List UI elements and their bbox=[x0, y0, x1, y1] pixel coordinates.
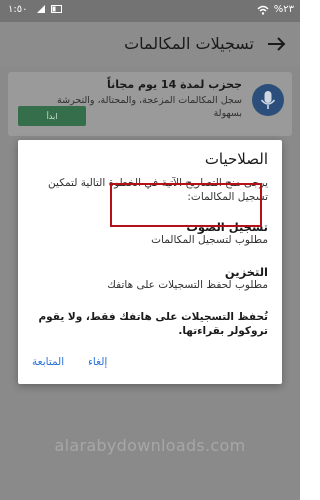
permission-audio-description: مطلوب لتسجيل المكالمات bbox=[151, 234, 268, 246]
mic-icon bbox=[252, 84, 284, 116]
dialog-actions: إلغاء المتابعة bbox=[32, 352, 268, 376]
back-arrow-icon[interactable] bbox=[262, 30, 290, 58]
permissions-dialog: الصلاحيات يرجى منح التصاريح الآتية في ال… bbox=[18, 140, 282, 384]
battery-percent: %٢٣ bbox=[273, 4, 294, 15]
cancel-button[interactable]: إلغاء bbox=[88, 356, 107, 368]
start-trial-button[interactable]: ابدأ bbox=[18, 106, 86, 126]
status-left-icons bbox=[36, 4, 63, 14]
status-bar: %٢٣ ١:٥٠ bbox=[0, 0, 300, 22]
wifi-icon bbox=[257, 5, 269, 15]
highlight-box bbox=[110, 183, 262, 227]
battery-icon bbox=[51, 5, 62, 13]
premium-promo-card: جحزب لمدة 14 يوم مجاناً سجل المكالمات ال… bbox=[8, 72, 292, 136]
promo-title: جحزب لمدة 14 يوم مجاناً bbox=[107, 78, 242, 91]
signal-icon bbox=[37, 5, 45, 13]
dialog-title: الصلاحيات bbox=[204, 150, 268, 168]
status-time: ١:٥٠ bbox=[8, 4, 28, 15]
privacy-note: تُحفظ التسجيلات على هاتفك فقط، ولا يقوم … bbox=[38, 311, 268, 337]
permission-storage-title: التخزين bbox=[224, 265, 268, 279]
screen: %٢٣ ١:٥٠ تسجيلات المكالمات جحزب لمدة 14 … bbox=[0, 0, 300, 500]
permission-storage: التخزين مطلوب لحفظ التسجيلات على هاتفك bbox=[107, 265, 268, 291]
page-title: تسجيلات المكالمات bbox=[124, 34, 254, 53]
app-bar: تسجيلات المكالمات bbox=[0, 22, 300, 66]
continue-button[interactable]: المتابعة bbox=[32, 356, 64, 368]
watermark: alarabydownloads.com bbox=[54, 436, 246, 455]
permission-storage-description: مطلوب لحفظ التسجيلات على هاتفك bbox=[107, 279, 268, 291]
status-icons: %٢٣ bbox=[257, 4, 294, 15]
